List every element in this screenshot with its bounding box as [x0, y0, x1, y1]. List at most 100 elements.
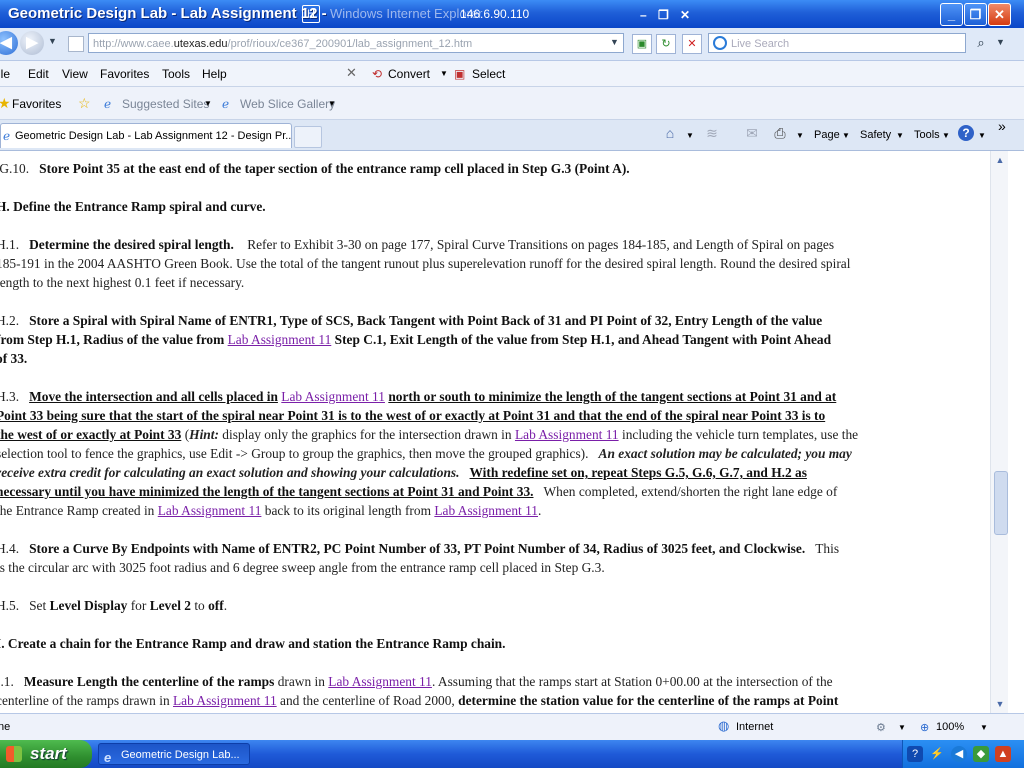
- zoom-dropdown-icon[interactable]: ▼: [980, 723, 988, 732]
- forward-button[interactable]: ▶: [20, 31, 44, 55]
- add-favorites-icon[interactable]: ☆: [78, 95, 91, 112]
- protected-dropdown-icon[interactable]: ▼: [898, 723, 906, 732]
- help-dropdown-icon[interactable]: ▼: [978, 131, 986, 140]
- search-input[interactable]: Live Search: [708, 33, 966, 53]
- lab-assignment-11-link[interactable]: Lab Assignment 11: [281, 389, 385, 404]
- network-tray-icon[interactable]: ⚡: [929, 746, 945, 762]
- more-commands-chevron[interactable]: »: [998, 118, 1006, 134]
- zoom-level[interactable]: 100%: [936, 721, 964, 733]
- menu-help[interactable]: Help: [202, 67, 227, 81]
- remote-session-icon[interactable]: H: [302, 5, 320, 23]
- home-icon[interactable]: ⌂: [662, 125, 678, 141]
- favorites-button[interactable]: Favorites: [12, 97, 61, 111]
- step-h4-line2: is the circular arc with 3025 foot radiu…: [0, 560, 605, 575]
- url-input[interactable]: http://www.caee.utexas.edu/prof/rioux/ce…: [88, 33, 624, 53]
- home-dropdown-icon[interactable]: ▼: [686, 131, 694, 140]
- url-dropdown-icon[interactable]: ▼: [610, 37, 619, 47]
- new-tab-button[interactable]: [294, 126, 322, 148]
- scroll-thumb[interactable]: [994, 471, 1008, 535]
- web-slice-gallery-link[interactable]: Web Slice Gallery: [240, 97, 335, 111]
- select-icon: ▣: [454, 67, 466, 81]
- scroll-up-icon[interactable]: ▲: [993, 153, 1007, 167]
- tab-active[interactable]: ℯ Geometric Design Lab - Lab Assignment …: [0, 123, 292, 148]
- lab-assignment-11-link[interactable]: Lab Assignment 11: [158, 503, 262, 518]
- zoom-icon[interactable]: ⊕: [920, 721, 929, 734]
- section-h-heading: H. Define the Entrance Ramp spiral and c…: [0, 199, 266, 214]
- history-dropdown-icon[interactable]: ▼: [48, 36, 57, 46]
- feeds-icon[interactable]: ≋: [704, 125, 720, 141]
- step-h2: H.2. Store a Spiral with Spiral Name of …: [0, 313, 823, 328]
- vertical-scrollbar[interactable]: ▲ ▼: [990, 151, 1009, 713]
- convert-dropdown-icon[interactable]: ▼: [440, 69, 448, 78]
- menu-tools[interactable]: Tools: [162, 67, 190, 81]
- menu-file[interactable]: ile: [0, 67, 10, 81]
- safety-menu[interactable]: Safety: [860, 129, 891, 141]
- close-button[interactable]: ✕: [988, 3, 1011, 26]
- taskbar-ie-window[interactable]: e Geometric Design Lab...: [98, 743, 250, 765]
- step-h3: H.3. Move the intersection and all cells…: [0, 389, 837, 404]
- window-right-edge: [1008, 151, 1024, 713]
- lab-assignment-11-link[interactable]: Lab Assignment 11: [173, 693, 277, 708]
- ie-tray-icon[interactable]: ◀: [951, 746, 967, 762]
- favorites-bar: ★ Favorites ☆ ℯ Suggested Sites ▼ ℯ Web …: [0, 87, 1024, 120]
- close-toolbar-icon[interactable]: ✕: [346, 65, 357, 81]
- remote-minimize-button[interactable]: –: [640, 8, 647, 22]
- safety-dropdown-icon[interactable]: ▼: [896, 131, 904, 140]
- step-h3-line5: receive extra credit for calculating an …: [0, 465, 807, 480]
- menu-view[interactable]: View: [62, 67, 88, 81]
- step-h4: H.4. Store a Curve By Endpoints with Nam…: [0, 541, 840, 556]
- security-zone-label: Internet: [736, 721, 774, 733]
- stop-icon[interactable]: ✕: [682, 34, 702, 54]
- search-icon[interactable]: ⌕: [970, 34, 992, 52]
- shield-tray-icon[interactable]: ◆: [973, 746, 989, 762]
- step-h2-line3: of 33.: [0, 351, 28, 366]
- scroll-down-icon[interactable]: ▼: [993, 697, 1007, 711]
- lab-assignment-11-link[interactable]: Lab Assignment 11: [328, 674, 432, 689]
- app-tray-icon[interactable]: ▲: [995, 746, 1011, 762]
- protected-mode-icon[interactable]: ⚙: [876, 721, 886, 734]
- title-bar[interactable]: Geometric Design Lab - Lab Assignment 12…: [0, 0, 1024, 28]
- favorites-star-icon: ★: [0, 95, 11, 111]
- start-button[interactable]: start: [0, 740, 92, 768]
- step-h1: H.1. Determine the desired spiral length…: [0, 237, 835, 252]
- gallery-dropdown-icon[interactable]: ▼: [328, 99, 336, 108]
- print-icon[interactable]: ⎙: [772, 125, 788, 141]
- taskbar: start e Geometric Design Lab... ? ⚡ ◀ ◆ …: [0, 740, 1024, 768]
- read-mail-icon[interactable]: ✉: [744, 125, 760, 141]
- back-button[interactable]: ◀: [0, 31, 18, 55]
- remote-close-button[interactable]: ✕: [680, 8, 690, 22]
- menu-favorites[interactable]: Favorites: [100, 67, 149, 81]
- suggested-dropdown-icon[interactable]: ▼: [204, 99, 212, 108]
- menu-edit[interactable]: Edit: [28, 67, 49, 81]
- tools-dropdown-icon[interactable]: ▼: [942, 131, 950, 140]
- suggested-sites-link[interactable]: Suggested Sites: [122, 97, 209, 111]
- maximize-button[interactable]: ❐: [964, 3, 987, 26]
- help-icon[interactable]: ?: [958, 125, 974, 141]
- page-icon: [68, 36, 84, 52]
- convert-button[interactable]: Convert: [388, 67, 430, 81]
- step-h1-line2: 185-191 in the 2004 AASHTO Green Book. U…: [0, 256, 851, 271]
- lab-assignment-11-link[interactable]: Lab Assignment 11: [228, 332, 332, 347]
- compatibility-icon[interactable]: ▣: [632, 34, 652, 54]
- section-i-heading: I. Create a chain for the Entrance Ramp …: [0, 636, 506, 651]
- step-g10: .G.10. Store Point 35 at the east end of…: [0, 161, 630, 176]
- ie-tab-icon: ℯ: [3, 129, 11, 143]
- lab-assignment-11-link[interactable]: Lab Assignment 11: [434, 503, 538, 518]
- live-search-icon: [713, 36, 727, 50]
- help-tray-icon[interactable]: ?: [907, 746, 923, 762]
- select-button[interactable]: Select: [472, 67, 505, 81]
- page-dropdown-icon[interactable]: ▼: [842, 131, 850, 140]
- step-i1-line2: centerline of the ramps drawn in Lab Ass…: [0, 693, 839, 708]
- remote-restore-button[interactable]: ❐: [658, 8, 669, 22]
- page-menu[interactable]: Page: [814, 129, 840, 141]
- search-options-icon[interactable]: ▼: [996, 37, 1005, 47]
- browser-window: Geometric Design Lab - Lab Assignment 12…: [0, 0, 1024, 768]
- refresh-icon[interactable]: ↻: [656, 34, 676, 54]
- windows-logo-icon: [6, 746, 22, 762]
- tools-menu[interactable]: Tools: [914, 129, 940, 141]
- print-dropdown-icon[interactable]: ▼: [796, 131, 804, 140]
- convert-icon: ⟲: [372, 67, 383, 81]
- minimize-button[interactable]: _: [940, 3, 963, 26]
- lab-assignment-11-link[interactable]: Lab Assignment 11: [515, 427, 619, 442]
- step-h3-line7: the Entrance Ramp created in Lab Assignm…: [0, 503, 542, 518]
